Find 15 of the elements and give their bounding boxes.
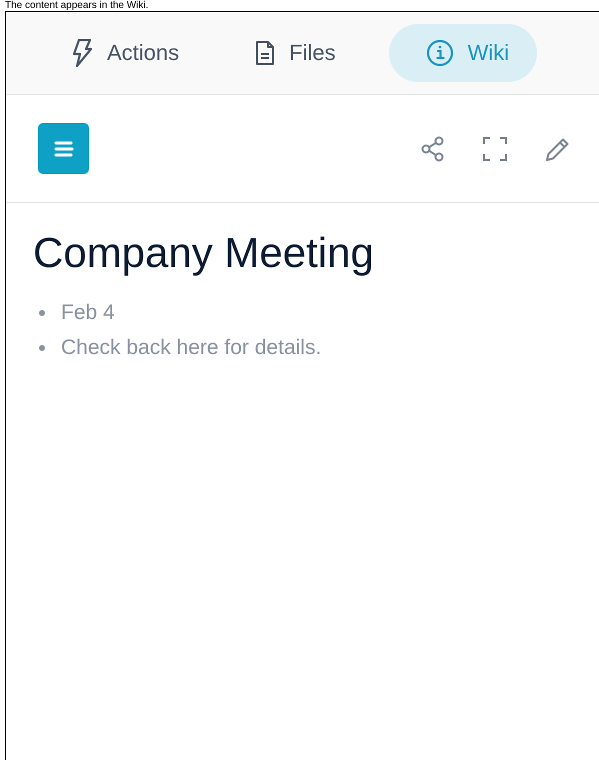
bullet-icon [39,344,45,350]
bullet-icon [39,310,45,316]
lightning-icon [71,39,93,67]
menu-icon [52,140,74,156]
caption-text: The content appears in the Wiki. [4,0,150,11]
menu-button[interactable] [38,123,89,174]
share-icon[interactable] [420,136,446,162]
tab[interactable]: Files [242,24,349,82]
info-icon [426,39,454,67]
fullscreen-icon[interactable] [482,136,508,162]
list-item-text: Feb 4 [61,300,115,324]
list-item-text: Check back here for details. [61,336,322,360]
page-title: Company Meeting [33,228,375,278]
document-icon [255,40,276,66]
tab[interactable]: Actions [58,24,192,82]
